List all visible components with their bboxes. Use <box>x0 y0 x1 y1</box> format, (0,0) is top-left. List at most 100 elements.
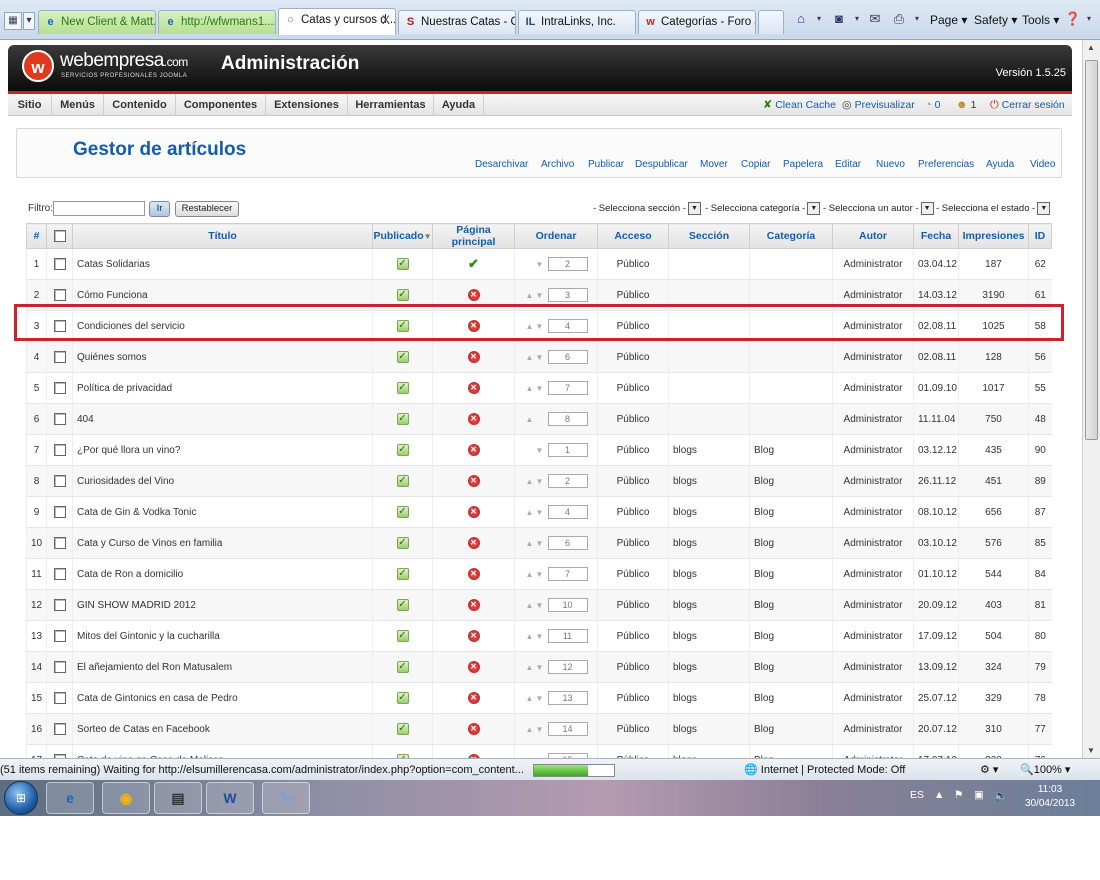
col-date[interactable]: Fecha <box>913 223 959 249</box>
menu-menus[interactable]: Menús <box>52 94 104 116</box>
published-toggle[interactable]: ✓ <box>372 496 433 528</box>
row-checkbox[interactable] <box>53 506 66 518</box>
frontpage-toggle[interactable]: ✔ <box>432 248 515 280</box>
author-link[interactable]: Administrator <box>832 558 914 590</box>
published-check-icon[interactable]: ✓ <box>396 289 409 301</box>
row-checkbox[interactable] <box>53 413 66 425</box>
print-dropdown-icon[interactable]: ▾ <box>908 11 926 27</box>
order-input[interactable]: 7 <box>547 381 588 395</box>
frontpage-toggle[interactable]: ✕ <box>432 372 515 404</box>
col-frontpage[interactable]: Página principal <box>432 223 515 249</box>
menu-componentes[interactable]: Componentes <box>176 94 266 116</box>
row-checkbox[interactable] <box>53 289 66 301</box>
select-all-checkbox[interactable] <box>53 230 66 243</box>
order-input[interactable]: 12 <box>547 660 588 674</box>
category-link[interactable] <box>749 403 833 435</box>
order-down-icon[interactable]: ▼ <box>535 694 545 703</box>
frontpage-toggle[interactable]: ✕ <box>432 403 515 435</box>
frontpage-toggle[interactable]: ✕ <box>432 682 515 714</box>
row-checkbox[interactable] <box>53 537 66 549</box>
browser-tab-4[interactable]: S Nuestras Catas - C... <box>398 10 516 34</box>
order-down-icon[interactable]: ▼ <box>535 601 545 610</box>
article-title-link[interactable]: Cata de Gintonics en casa de Pedro <box>72 682 373 714</box>
toolbar-move[interactable]: Mover <box>700 159 728 170</box>
section-link[interactable] <box>668 372 750 404</box>
author-link[interactable]: Administrator <box>832 248 914 280</box>
order-down-icon[interactable]: ▼ <box>535 570 545 579</box>
col-id[interactable]: ID <box>1028 223 1052 249</box>
section-link[interactable] <box>668 341 750 373</box>
access-level[interactable]: Público <box>597 434 669 466</box>
order-down-icon[interactable]: ▼ <box>535 632 545 641</box>
order-down-icon[interactable]: ▼ <box>535 508 545 517</box>
order-input[interactable]: 8 <box>547 412 588 426</box>
row-checkbox-cell[interactable] <box>46 527 73 559</box>
order-input[interactable]: 2 <box>547 257 588 271</box>
published-check-icon[interactable]: ✓ <box>396 661 409 673</box>
menu-sitio[interactable]: Sitio <box>8 94 52 116</box>
author-link[interactable]: Administrator <box>832 620 914 652</box>
published-check-icon[interactable]: ✓ <box>396 444 409 456</box>
article-title-link[interactable]: Curiosidades del Vino <box>72 465 373 497</box>
published-toggle[interactable]: ✓ <box>372 403 433 435</box>
author-link[interactable]: Administrator <box>832 682 914 714</box>
published-toggle[interactable]: ✓ <box>372 527 433 559</box>
category-link[interactable] <box>749 248 833 280</box>
author-select[interactable]: - Selecciona un autor - ▼ <box>823 202 934 217</box>
section-link[interactable]: blogs <box>668 527 750 559</box>
access-level[interactable]: Público <box>597 248 669 280</box>
toolbar-copy[interactable]: Copiar <box>741 159 770 170</box>
article-title-link[interactable]: El añejamiento del Ron Matusalem <box>72 651 373 683</box>
section-link[interactable]: blogs <box>668 744 750 758</box>
order-input[interactable]: 1 <box>547 443 588 457</box>
published-check-icon[interactable]: ✓ <box>396 475 409 487</box>
order-up-icon[interactable]: ▲ <box>525 291 535 300</box>
scroll-up-icon[interactable]: ▲ <box>1087 43 1095 52</box>
article-title-link[interactable]: Política de privacidad <box>72 372 373 404</box>
internet-explorer-icon[interactable]: e <box>46 782 94 814</box>
frontpage-no-icon[interactable]: ✕ <box>467 630 480 642</box>
row-checkbox[interactable] <box>53 258 66 270</box>
category-link[interactable]: Blog <box>749 744 833 758</box>
frontpage-no-icon[interactable]: ✕ <box>467 568 480 580</box>
quick-tabs-icon[interactable]: ▦ <box>4 12 22 30</box>
row-checkbox[interactable] <box>53 661 66 673</box>
browser-tab-5[interactable]: IL IntraLinks, Inc. <box>518 10 636 34</box>
section-link[interactable]: blogs <box>668 558 750 590</box>
frontpage-toggle[interactable]: ✕ <box>432 341 515 373</box>
toolbar-video[interactable]: Video <box>1030 159 1055 170</box>
frontpage-toggle[interactable]: ✕ <box>432 496 515 528</box>
logout-link[interactable]: ⏻ Cerrar sesión <box>990 94 1065 116</box>
row-checkbox-cell[interactable] <box>46 651 73 683</box>
row-checkbox-cell[interactable] <box>46 744 73 758</box>
system-clock[interactable]: 11:03 30/04/2013 <box>1020 783 1080 811</box>
article-title-link[interactable]: Cata y Curso de Vinos en familia <box>72 527 373 559</box>
menu-extensiones[interactable]: Extensiones <box>266 94 348 116</box>
section-link[interactable]: blogs <box>668 496 750 528</box>
order-input[interactable]: 6 <box>547 536 588 550</box>
order-down-icon[interactable]: ▼ <box>535 539 545 548</box>
col-published[interactable]: Publicado▼ <box>372 223 433 249</box>
published-toggle[interactable]: ✓ <box>372 248 433 280</box>
page-scrollbar[interactable]: ▲ ▼ <box>1082 40 1100 758</box>
order-up-icon[interactable]: ▲ <box>525 477 535 486</box>
print-icon[interactable]: ⎙ <box>890 11 908 27</box>
published-toggle[interactable]: ✓ <box>372 465 433 497</box>
author-link[interactable]: Administrator <box>832 651 914 683</box>
order-up-icon[interactable]: ▲ <box>525 663 535 672</box>
access-level[interactable]: Público <box>597 589 669 621</box>
col-hits[interactable]: Impresiones <box>958 223 1029 249</box>
published-check-icon[interactable]: ✓ <box>396 568 409 580</box>
paint-icon[interactable]: ✎ <box>262 782 310 814</box>
category-link[interactable]: Blog <box>749 434 833 466</box>
article-title-link[interactable]: Cata de vino en Casa de Melissa <box>72 744 373 758</box>
article-title-link[interactable]: Cata de Ron a domicilio <box>72 558 373 590</box>
published-toggle[interactable]: ✓ <box>372 558 433 590</box>
author-link[interactable]: Administrator <box>832 341 914 373</box>
order-down-icon[interactable]: ▼ <box>535 291 545 300</box>
filter-reset-button[interactable]: Restablecer <box>175 201 239 217</box>
access-level[interactable]: Público <box>597 527 669 559</box>
access-level[interactable]: Público <box>597 372 669 404</box>
browser-tab-2[interactable]: e http://wfwmans1.... <box>158 10 276 34</box>
access-level[interactable]: Público <box>597 558 669 590</box>
